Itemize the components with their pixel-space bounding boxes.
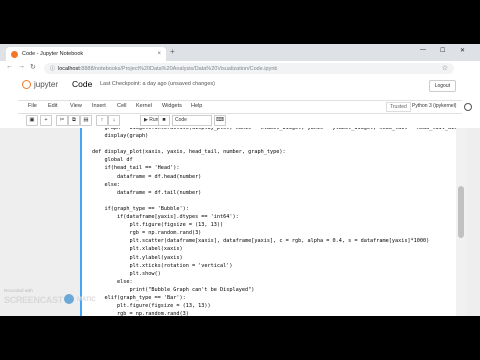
menu-widgets[interactable]: Widgets bbox=[162, 103, 182, 109]
code-line[interactable]: elif(graph_type == 'Bar'): bbox=[92, 294, 462, 302]
address-bar: ← → ↻ ⓘ localhost :8888/notebooks/Projec… bbox=[0, 61, 480, 77]
code-line[interactable]: dataframe = df.tail(number) bbox=[92, 189, 462, 197]
menu-file[interactable]: File bbox=[28, 103, 37, 109]
menu-insert[interactable]: Insert bbox=[92, 103, 106, 109]
code-line[interactable]: if(head_tail == 'Head'): bbox=[92, 164, 462, 172]
code-line[interactable]: plt.xlabel(xaxis) bbox=[92, 245, 462, 253]
logout-button[interactable]: Logout bbox=[428, 80, 456, 92]
interrupt-icon[interactable]: ■ bbox=[158, 115, 170, 126]
checkpoint-status: Last Checkpoint: a day ago (unsaved chan… bbox=[100, 81, 215, 87]
jupyter-logo-icon bbox=[22, 80, 31, 89]
jupyter-header: jupyter Code Last Checkpoint: a day ago … bbox=[0, 76, 480, 102]
code-line[interactable]: plt.figure(figsize = (13, 13)) bbox=[92, 221, 462, 229]
move-down-icon[interactable]: ↓ bbox=[108, 115, 120, 126]
browser-tab-strip: Code - Jupyter Notebook × + — ☐ ✕ bbox=[0, 44, 480, 61]
menu-cell[interactable]: Cell bbox=[117, 103, 126, 109]
notebook-name[interactable]: Code bbox=[72, 79, 92, 89]
screencast-watermark: Recorded with SCREENCAST MATIC bbox=[4, 288, 124, 312]
forward-icon[interactable]: → bbox=[18, 63, 25, 70]
jupyter-favicon-icon bbox=[11, 50, 18, 58]
url-field[interactable]: ⓘ localhost :8888/notebooks/Project%20Da… bbox=[44, 63, 454, 74]
code-line[interactable]: else: bbox=[92, 278, 462, 286]
menu-view[interactable]: View bbox=[70, 103, 82, 109]
code-line[interactable]: rgb = np.random.rand(3) bbox=[92, 229, 462, 237]
copy-icon[interactable]: ⧉ bbox=[68, 115, 80, 126]
tab-title: Code - Jupyter Notebook bbox=[22, 51, 84, 57]
code-line[interactable]: rgb = np.random.rand(3) bbox=[92, 310, 462, 316]
code-line[interactable]: plt.show() bbox=[92, 270, 462, 278]
minimize-icon[interactable]: — bbox=[420, 47, 426, 53]
browser-window: Code - Jupyter Notebook × + — ☐ ✕ ← → ↻ … bbox=[0, 44, 480, 316]
reload-icon[interactable]: ↻ bbox=[30, 63, 36, 71]
code-editor[interactable]: graph = widgets.interactive(display_plot… bbox=[92, 128, 466, 316]
menu-bar: File Edit View Insert Cell Kernel Widget… bbox=[18, 100, 472, 114]
maximize-icon[interactable]: ☐ bbox=[440, 47, 445, 54]
move-up-icon[interactable]: ↑ bbox=[96, 115, 108, 126]
trusted-badge[interactable]: Trusted bbox=[386, 102, 411, 112]
jupyter-logo-text: jupyter bbox=[34, 80, 59, 89]
code-line[interactable]: if(graph_type == 'Bubble'): bbox=[92, 205, 462, 213]
jupyter-logo[interactable]: jupyter bbox=[22, 80, 58, 89]
screencast-logo-icon bbox=[64, 294, 74, 304]
info-icon[interactable]: ⓘ bbox=[50, 65, 55, 72]
code-cell[interactable]: graph = widgets.interactive(display_plot… bbox=[80, 128, 466, 316]
url-path: :8888/notebooks/Project%20Data%20Analysi… bbox=[79, 65, 278, 72]
scrollbar-thumb[interactable] bbox=[458, 186, 464, 238]
add-cell-icon[interactable]: + bbox=[40, 115, 52, 126]
kernel-status-icon bbox=[464, 103, 472, 111]
kernel-name[interactable]: Python 3 (ipykernel) bbox=[412, 103, 456, 109]
scrollbar[interactable] bbox=[456, 128, 466, 316]
paste-icon[interactable]: ▤ bbox=[80, 115, 92, 126]
new-tab-button[interactable]: + bbox=[170, 47, 175, 56]
url-host: localhost bbox=[58, 65, 80, 72]
code-line[interactable] bbox=[92, 140, 462, 148]
code-line[interactable]: print("Bubble Graph can't be Displayed") bbox=[92, 286, 462, 294]
menu-kernel[interactable]: Kernel bbox=[136, 103, 152, 109]
code-line[interactable]: plt.figure(figsize = (13, 13)) bbox=[92, 302, 462, 310]
code-line[interactable]: dataframe = df.head(number) bbox=[92, 173, 462, 181]
notebook-toolbar: ▣ + ✂ ⧉ ▤ ↑ ↓ ▶ Run ■ Code ⌨ bbox=[18, 114, 462, 126]
code-line[interactable]: global df bbox=[92, 156, 462, 164]
close-window-icon[interactable]: ✕ bbox=[460, 47, 465, 54]
tab-close-icon[interactable]: × bbox=[157, 51, 161, 57]
watermark-brand-suffix: MATIC bbox=[77, 297, 96, 303]
save-icon[interactable]: ▣ bbox=[26, 115, 38, 126]
keyboard-icon[interactable]: ⌨ bbox=[214, 115, 226, 126]
code-line[interactable]: if(dataframe[yaxis].dtypes == 'int64'): bbox=[92, 213, 462, 221]
menu-help[interactable]: Help bbox=[191, 103, 202, 109]
watermark-brand: SCREENCAST bbox=[4, 295, 64, 305]
cell-type-select[interactable]: Code bbox=[172, 115, 212, 126]
code-line[interactable]: display(graph) bbox=[92, 132, 462, 140]
code-line[interactable] bbox=[92, 197, 462, 205]
bookmark-star-icon[interactable]: ☆ bbox=[442, 64, 448, 72]
back-icon[interactable]: ← bbox=[6, 63, 13, 70]
cut-icon[interactable]: ✂ bbox=[56, 115, 68, 126]
browser-tab[interactable]: Code - Jupyter Notebook × bbox=[6, 47, 166, 61]
code-line[interactable]: plt.scatter(dataframe[xaxis], dataframe[… bbox=[92, 237, 462, 245]
code-line[interactable]: else: bbox=[92, 181, 462, 189]
watermark-caption: Recorded with bbox=[4, 288, 33, 293]
code-line[interactable]: plt.xticks(rotation = 'vertical') bbox=[92, 262, 462, 270]
menu-edit[interactable]: Edit bbox=[48, 103, 57, 109]
code-line[interactable]: plt.ylabel(yaxis) bbox=[92, 254, 462, 262]
code-line[interactable]: def display_plot(xaxis, yaxis, head_tail… bbox=[92, 148, 462, 156]
